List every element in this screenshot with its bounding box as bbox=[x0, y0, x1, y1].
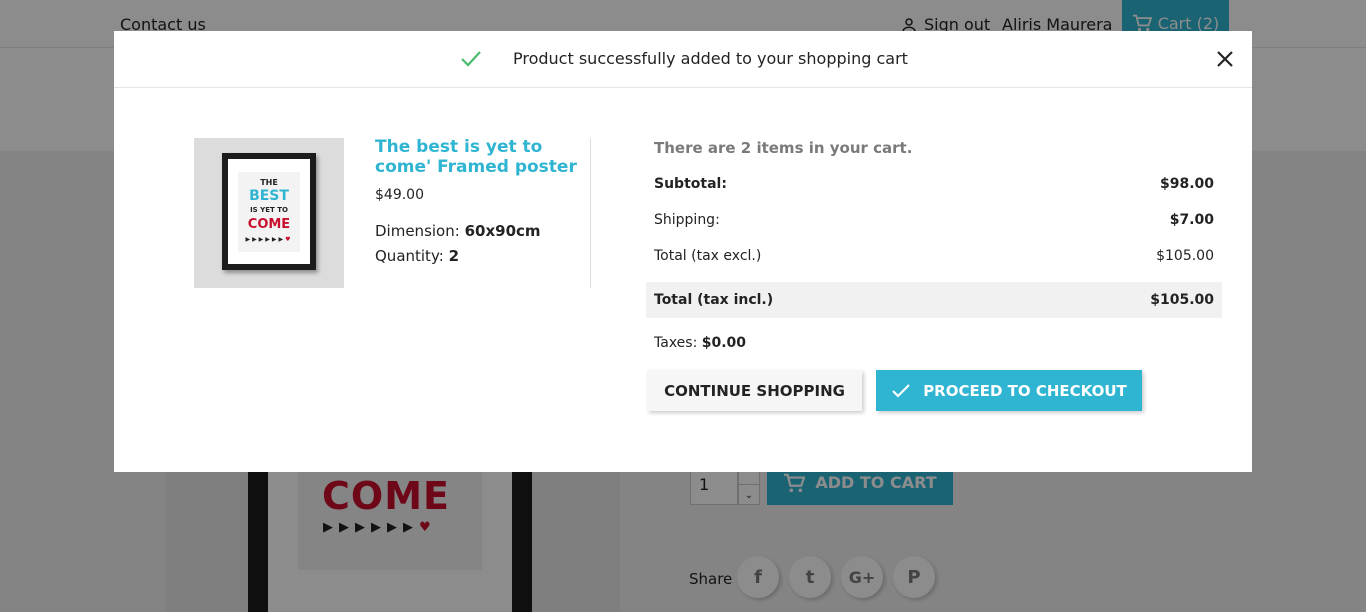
total-tax-incl-value: $105.00 bbox=[1150, 292, 1214, 308]
dimension-value: 60x90cm bbox=[464, 222, 541, 240]
total-tax-incl-label: Total (tax incl.) bbox=[654, 292, 774, 308]
total-tax-excl-label: Total (tax excl.) bbox=[654, 248, 762, 264]
thumbnail-line-1: THE bbox=[260, 178, 278, 187]
check-icon bbox=[461, 51, 481, 67]
proceed-to-checkout-label: PROCEED TO CHECKOUT bbox=[923, 381, 1127, 400]
thumbnail-arrow-glyphs: ▶▶▶▶▶▶ bbox=[245, 236, 286, 243]
shipping-row: Shipping: $7.00 bbox=[646, 205, 1222, 235]
continue-shopping-button[interactable]: CONTINUE SHOPPING bbox=[647, 370, 862, 411]
thumbnail-line-3: IS YET TO bbox=[250, 206, 288, 214]
cart-confirmation-modal: Product successfully added to your shopp… bbox=[114, 31, 1252, 472]
product-price: $49.00 bbox=[375, 187, 424, 203]
cart-items-count: There are 2 items in your cart. bbox=[654, 139, 913, 157]
thumbnail-mat: THE BEST IS YET TO COME ▶▶▶▶▶▶♥ bbox=[228, 159, 310, 264]
product-quantity: Quantity: 2 bbox=[375, 247, 459, 265]
product-name: The best is yet to come' Framed poster bbox=[375, 137, 577, 177]
modal-title: Product successfully added to your shopp… bbox=[513, 49, 908, 68]
shipping-value: $7.00 bbox=[1169, 212, 1214, 228]
proceed-to-checkout-button[interactable]: PROCEED TO CHECKOUT bbox=[876, 370, 1142, 411]
modal-header: Product successfully added to your shopp… bbox=[114, 31, 1252, 88]
thumbnail-frame: THE BEST IS YET TO COME ▶▶▶▶▶▶♥ bbox=[222, 153, 316, 270]
close-icon[interactable] bbox=[1214, 48, 1236, 70]
total-tax-excl-row: Total (tax excl.) $105.00 bbox=[646, 241, 1222, 271]
subtotal-row: Subtotal: $98.00 bbox=[646, 169, 1222, 199]
continue-shopping-label: CONTINUE SHOPPING bbox=[664, 381, 845, 400]
check-icon bbox=[892, 383, 910, 398]
thumbnail-art: THE BEST IS YET TO COME ▶▶▶▶▶▶♥ bbox=[238, 172, 300, 252]
dimension-label: Dimension: bbox=[375, 222, 460, 240]
thumbnail-heart-icon: ♥ bbox=[285, 236, 293, 243]
thumbnail-line-2: BEST bbox=[249, 188, 289, 204]
quantity-label: Quantity: bbox=[375, 247, 444, 265]
quantity-value: 2 bbox=[448, 247, 460, 265]
shipping-label: Shipping: bbox=[654, 212, 720, 228]
total-tax-excl-value: $105.00 bbox=[1156, 248, 1214, 264]
product-thumbnail: THE BEST IS YET TO COME ▶▶▶▶▶▶♥ bbox=[194, 138, 344, 288]
taxes-value: $0.00 bbox=[701, 335, 747, 351]
taxes-line: Taxes: $0.00 bbox=[654, 335, 746, 351]
vertical-divider bbox=[590, 138, 591, 288]
subtotal-label: Subtotal: bbox=[654, 176, 727, 192]
subtotal-value: $98.00 bbox=[1159, 176, 1214, 192]
total-tax-incl-row: Total (tax incl.) $105.00 bbox=[646, 282, 1222, 318]
thumbnail-arrows: ▶▶▶▶▶▶♥ bbox=[243, 236, 295, 243]
product-dimension: Dimension: 60x90cm bbox=[375, 222, 541, 240]
thumbnail-line-4: COME bbox=[247, 217, 291, 232]
taxes-label: Taxes: bbox=[654, 335, 698, 351]
